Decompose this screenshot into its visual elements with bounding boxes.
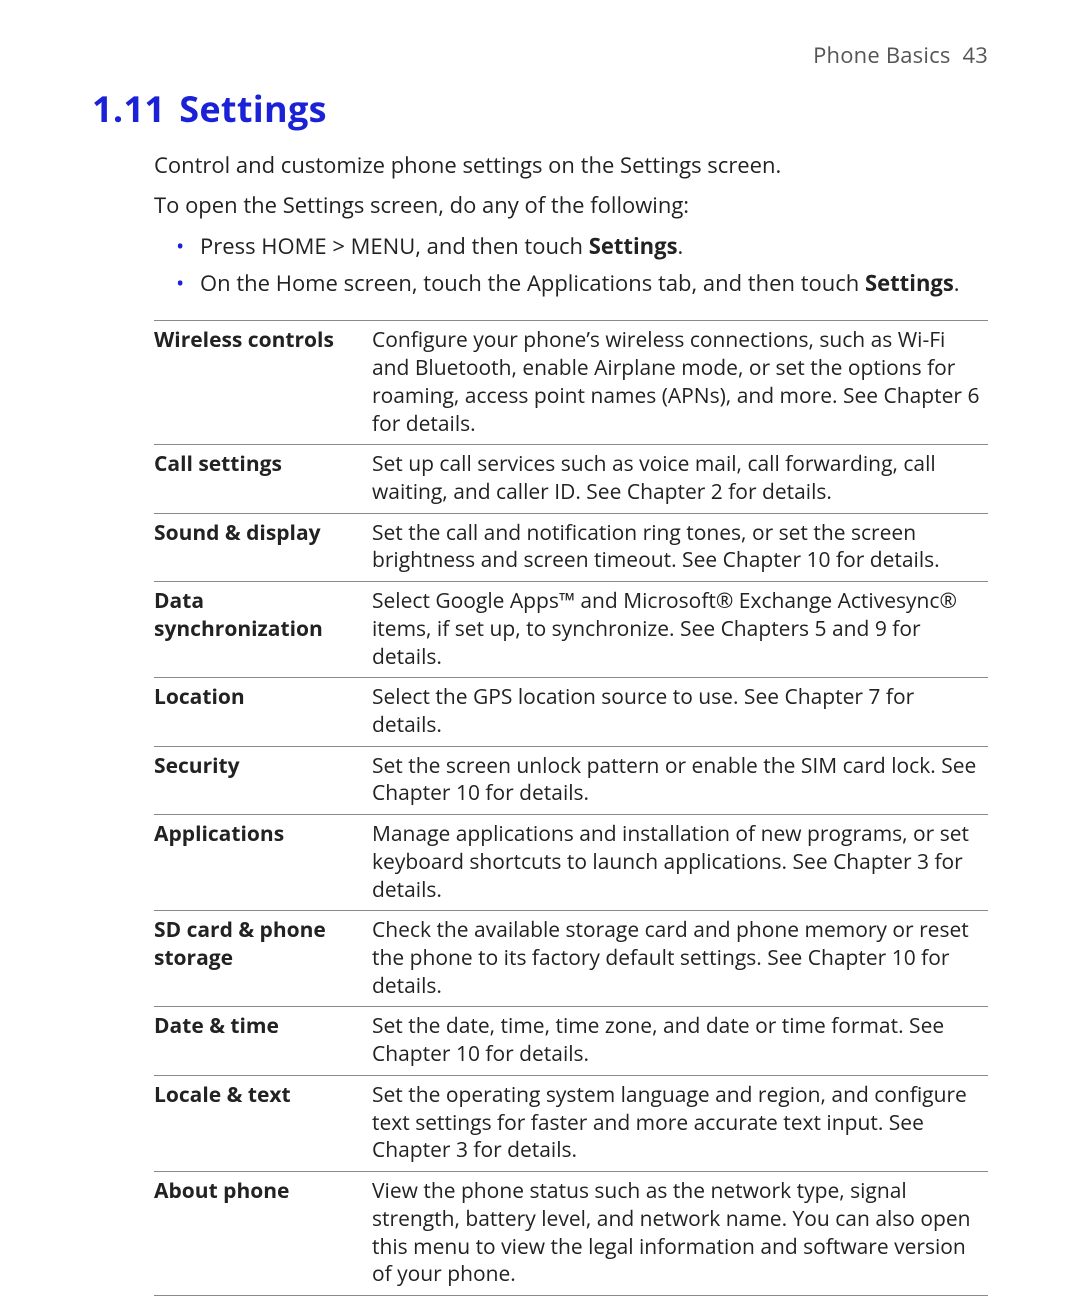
running-header: Phone Basics 43 [92,40,988,70]
body: Control and customize phone settings on … [154,151,988,1296]
setting-description: Set up call services such as voice mail,… [372,445,988,513]
setting-name: Wireless controls [154,321,372,445]
instruction-text-post: . [678,231,684,261]
section-title-text: Settings [179,84,327,133]
setting-name: SD card & phone storage [154,911,372,1007]
chapter-name: Phone Basics [813,40,950,70]
setting-name: Security [154,746,372,814]
setting-description: Select the GPS location source to use. S… [372,678,988,746]
section-heading: 1.11 Settings [92,84,988,133]
setting-description: View the phone status such as the networ… [372,1172,988,1296]
setting-description: Set the call and notification ring tones… [372,513,988,581]
table-row: Date & timeSet the date, time, time zone… [154,1007,988,1075]
instruction-item: On the Home screen, touch the Applicatio… [200,267,988,300]
table-row: Sound & displaySet the call and notifica… [154,513,988,581]
settings-table: Wireless controlsConfigure your phone’s … [154,320,988,1296]
setting-description: Select Google Apps™ and Microsoft® Excha… [372,582,988,678]
setting-description: Set the date, time, time zone, and date … [372,1007,988,1075]
setting-name: Data synchronization [154,582,372,678]
page: Phone Basics 43 1.11 Settings Control and… [0,0,1080,1080]
setting-description: Manage applications and installation of … [372,815,988,911]
table-row: SecuritySet the screen unlock pattern or… [154,746,988,814]
instruction-bold: Settings [589,231,678,261]
setting-name: Locale & text [154,1075,372,1171]
settings-table-body: Wireless controlsConfigure your phone’s … [154,321,988,1296]
setting-description: Set the screen unlock pattern or enable … [372,746,988,814]
instruction-item: Press HOME > MENU, and then touch Settin… [200,230,988,263]
setting-name: Location [154,678,372,746]
setting-name: Sound & display [154,513,372,581]
intro-paragraph-2: To open the Settings screen, do any of t… [154,191,988,221]
setting-description: Check the available storage card and pho… [372,911,988,1007]
setting-description: Set the operating system language and re… [372,1075,988,1171]
setting-name: Applications [154,815,372,911]
instruction-list: Press HOME > MENU, and then touch Settin… [154,230,988,300]
setting-name: About phone [154,1172,372,1296]
instruction-text: Press HOME > MENU, and then touch [200,231,589,261]
intro-paragraph-1: Control and customize phone settings on … [154,151,988,181]
table-row: LocationSelect the GPS location source t… [154,678,988,746]
table-row: Locale & textSet the operating system la… [154,1075,988,1171]
setting-name: Call settings [154,445,372,513]
instruction-text-post: . [954,268,960,298]
table-row: Call settingsSet up call services such a… [154,445,988,513]
page-number: 43 [962,40,988,70]
table-row: Data synchronizationSelect Google Apps™ … [154,582,988,678]
instruction-text: On the Home screen, touch the Applicatio… [200,268,865,298]
setting-name: Date & time [154,1007,372,1075]
table-row: About phoneView the phone status such as… [154,1172,988,1296]
instruction-bold: Settings [865,268,954,298]
table-row: ApplicationsManage applications and inst… [154,815,988,911]
setting-description: Configure your phone’s wireless connecti… [372,321,988,445]
section-number: 1.11 [92,84,165,133]
table-row: SD card & phone storageCheck the availab… [154,911,988,1007]
table-row: Wireless controlsConfigure your phone’s … [154,321,988,445]
